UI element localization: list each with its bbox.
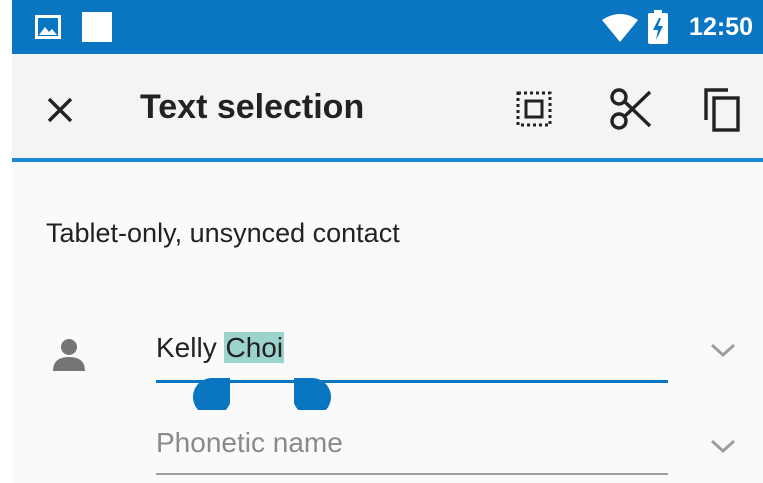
status-bar: 12:50: [12, 0, 763, 54]
action-bar-divider: [12, 158, 763, 162]
cut-icon[interactable]: [608, 86, 654, 132]
phonetic-name-field[interactable]: Phonetic name: [156, 427, 343, 459]
selected-text[interactable]: Choi: [224, 332, 285, 363]
selection-start-handle[interactable]: [192, 378, 230, 410]
select-all-icon[interactable]: [516, 91, 552, 127]
wifi-icon: [602, 14, 638, 42]
selection-end-handle[interactable]: [294, 378, 332, 410]
status-time: 12:50: [689, 13, 753, 41]
name-field-underline: [156, 380, 668, 383]
copy-icon[interactable]: [702, 86, 742, 132]
battery-icon: [648, 10, 668, 44]
image-notification-icon: [35, 15, 61, 39]
chevron-down-icon[interactable]: [710, 342, 736, 358]
screen: 12:50 Text selection Tablet-only, unsync…: [12, 0, 763, 483]
action-bar-title: Text selection: [140, 88, 365, 126]
chevron-down-icon[interactable]: [710, 438, 736, 454]
phonetic-field-underline: [156, 473, 668, 475]
close-icon[interactable]: [46, 96, 74, 124]
account-label: Tablet-only, unsynced contact: [46, 218, 400, 248]
name-field[interactable]: Kelly Choi: [156, 332, 285, 364]
blank-notification-icon: [82, 12, 112, 42]
name-text: Kelly: [156, 332, 225, 363]
person-icon: [53, 339, 85, 371]
